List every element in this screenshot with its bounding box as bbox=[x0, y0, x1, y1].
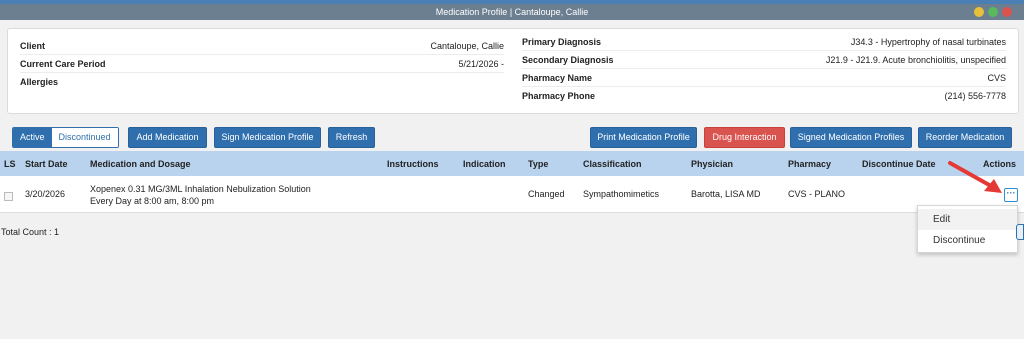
actions-dropdown: Edit Discontinue bbox=[917, 205, 1018, 253]
diagnosis-info-column: Primary Diagnosis J34.3 - Hypertrophy of… bbox=[522, 33, 1006, 105]
row-physician: Barotta, LISA MD bbox=[691, 189, 761, 199]
pharmacy-name-value: CVS bbox=[987, 72, 1006, 83]
window-titlebar: Medication Profile | Cantaloupe, Callie bbox=[0, 4, 1024, 20]
signed-medication-profiles-button[interactable]: Signed Medication Profiles bbox=[790, 127, 912, 148]
secondary-diagnosis-value: J21.9 - J21.9. Acute bronchiolitis, unsp… bbox=[825, 54, 1006, 65]
minimize-icon[interactable] bbox=[974, 7, 984, 17]
header-pharmacy[interactable]: Pharmacy bbox=[788, 159, 831, 169]
header-type[interactable]: Type bbox=[528, 159, 548, 169]
window-controls bbox=[974, 7, 1012, 17]
primary-diagnosis-row: Primary Diagnosis J34.3 - Hypertrophy of… bbox=[522, 33, 1006, 51]
drug-interaction-button[interactable]: Drug Interaction bbox=[704, 127, 785, 148]
header-physician[interactable]: Physician bbox=[691, 159, 733, 169]
row-classification: Sympathomimetics bbox=[583, 189, 660, 199]
care-period-label: Current Care Period bbox=[20, 58, 106, 69]
header-start-date[interactable]: Start Date bbox=[25, 159, 68, 169]
primary-diagnosis-label: Primary Diagnosis bbox=[522, 36, 602, 47]
header-ls[interactable]: LS bbox=[4, 159, 16, 169]
table-row: 3/20/2026 Xopenex 0.31 MG/3ML Inhalation… bbox=[0, 176, 1024, 213]
row-medication-name: Xopenex 0.31 MG/3ML Inhalation Nebulizat… bbox=[90, 184, 311, 194]
window-title: Medication Profile | Cantaloupe, Callie bbox=[435, 7, 589, 17]
refresh-button[interactable]: Refresh bbox=[328, 127, 375, 148]
active-tab[interactable]: Active bbox=[13, 128, 52, 147]
primary-diagnosis-value: J34.3 - Hypertrophy of nasal turbinates bbox=[850, 36, 1006, 47]
pharmacy-name-row: Pharmacy Name CVS bbox=[522, 69, 1006, 87]
print-medication-profile-button[interactable]: Print Medication Profile bbox=[590, 127, 697, 148]
discontinued-tab[interactable]: Discontinued bbox=[51, 128, 118, 147]
ls-checkbox[interactable] bbox=[4, 192, 13, 201]
pharmacy-phone-value: (214) 556-7778 bbox=[944, 91, 1006, 101]
header-discontinue-date[interactable]: Discontinue Date bbox=[862, 159, 936, 169]
sign-medication-profile-button[interactable]: Sign Medication Profile bbox=[214, 127, 321, 148]
client-row: Client Cantaloupe, Callie bbox=[20, 37, 504, 55]
row-start-date: 3/20/2026 bbox=[25, 189, 66, 199]
add-medication-button[interactable]: Add Medication bbox=[128, 127, 207, 148]
row-medication-dosage: Every Day at 8:00 am, 8:00 pm bbox=[90, 196, 215, 206]
row-type: Changed bbox=[528, 189, 565, 199]
row-pharmacy: CVS - PLANO bbox=[788, 189, 846, 199]
ellipsis-icon[interactable]: ··· bbox=[1004, 188, 1018, 202]
client-info-column: Client Cantaloupe, Callie Current Care P… bbox=[20, 37, 504, 91]
menu-item-edit[interactable]: Edit bbox=[918, 209, 1017, 230]
total-count: Total Count : 1 bbox=[1, 227, 60, 237]
header-medication[interactable]: Medication and Dosage bbox=[90, 159, 191, 169]
client-info-panel: Client Cantaloupe, Callie Current Care P… bbox=[7, 28, 1019, 114]
pharmacy-phone-label: Pharmacy Phone bbox=[522, 91, 596, 101]
menu-item-discontinue[interactable]: Discontinue bbox=[918, 230, 1017, 251]
pharmacy-name-label: Pharmacy Name bbox=[522, 72, 593, 83]
medication-table: LS Start Date Medication and Dosage Inst… bbox=[0, 151, 1024, 213]
reorder-medication-button[interactable]: Reorder Medication bbox=[918, 127, 1012, 148]
secondary-diagnosis-row: Secondary Diagnosis J21.9 - J21.9. Acute… bbox=[522, 51, 1006, 69]
allergies-row: Allergies bbox=[20, 73, 504, 91]
status-toggle: Active Discontinued bbox=[12, 127, 119, 148]
care-period-value: 5/21/2026 - bbox=[458, 58, 504, 69]
header-indication[interactable]: Indication bbox=[463, 159, 506, 169]
header-instructions[interactable]: Instructions bbox=[387, 159, 439, 169]
header-classification[interactable]: Classification bbox=[583, 159, 642, 169]
secondary-diagnosis-label: Secondary Diagnosis bbox=[522, 54, 614, 65]
scroll-handle[interactable] bbox=[1016, 224, 1024, 240]
pointer-arrow-icon bbox=[948, 161, 1002, 193]
care-period-row: Current Care Period 5/21/2026 - bbox=[20, 55, 504, 73]
allergies-label: Allergies bbox=[20, 77, 59, 87]
maximize-icon[interactable] bbox=[988, 7, 998, 17]
client-label: Client bbox=[20, 40, 46, 51]
client-value: Cantaloupe, Callie bbox=[430, 40, 504, 51]
table-header: LS Start Date Medication and Dosage Inst… bbox=[0, 151, 1024, 176]
pharmacy-phone-row: Pharmacy Phone (214) 556-7778 bbox=[522, 87, 1006, 105]
close-icon[interactable] bbox=[1002, 7, 1012, 17]
